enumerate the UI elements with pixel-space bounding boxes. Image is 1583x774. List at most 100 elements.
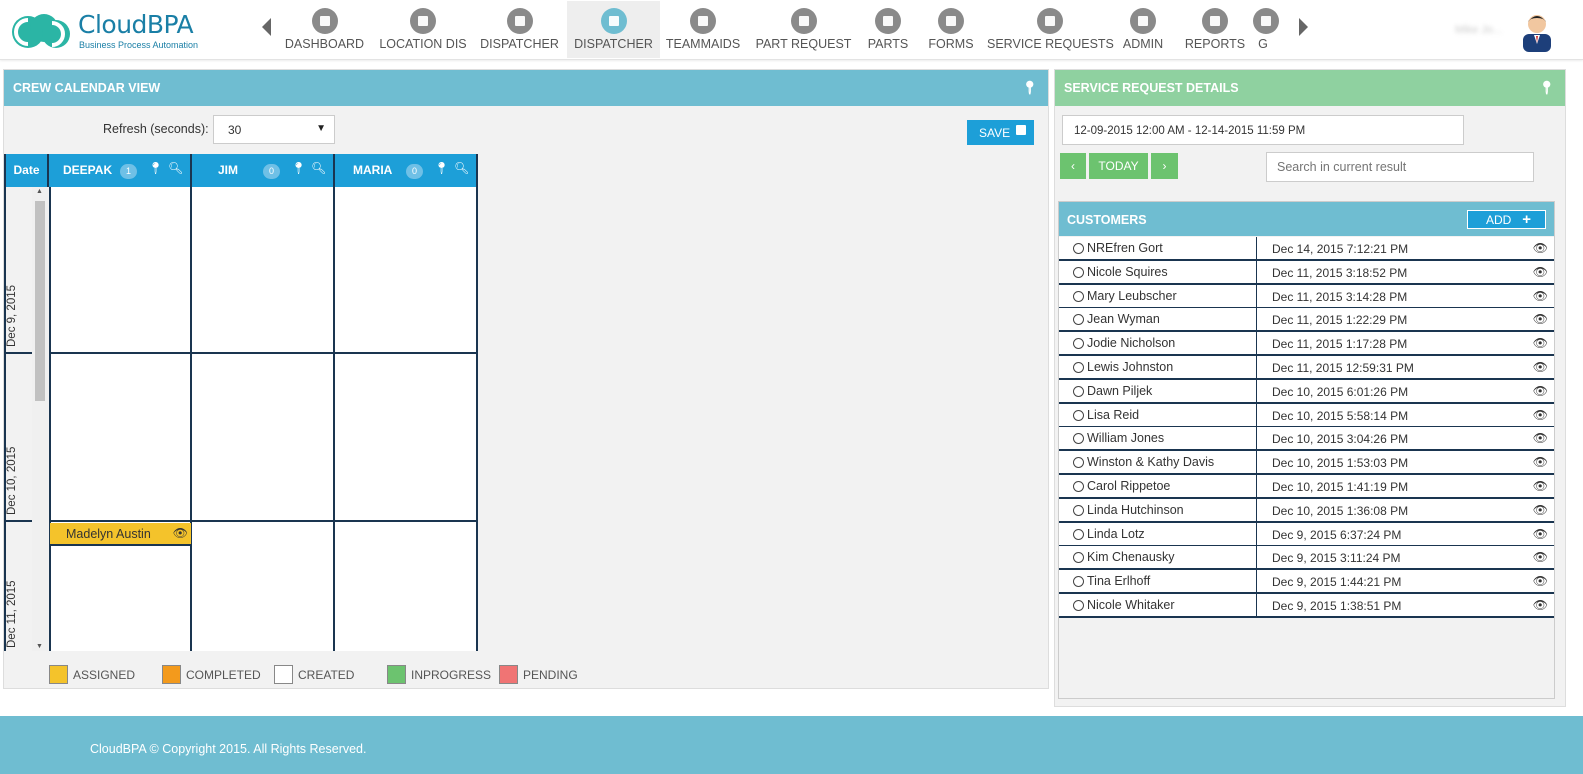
refresh-select[interactable]: 30 ▼ [213,115,335,144]
eye-icon[interactable]: 👁︎ [1533,431,1548,445]
map-pin-icon[interactable]: 📍︎ [434,161,449,175]
eye-icon[interactable]: 👁︎ [1533,408,1548,422]
radio-icon[interactable] [1073,314,1084,326]
map-pin-icon[interactable]: 📍︎ [148,161,163,175]
calendar-body[interactable]: Dec 9, 2015 Dec 10, 2015 Dec 11, 2015 ▲ … [4,187,478,651]
customer-row[interactable]: Lewis Johnston Dec 11, 2015 12:59:31 PM 👁︎ [1059,356,1554,380]
eye-icon[interactable]: 👁︎ [1533,336,1548,350]
customer-request-date: Dec 9, 2015 1:38:51 PM [1272,599,1402,613]
app-logo[interactable]: CloudBPA Business Process Automation [10,8,210,52]
nav-item-part-request[interactable]: PART REQUEST [753,1,854,58]
user-name[interactable]: Mike Jo... [1455,24,1502,36]
calendar-scrollbar[interactable]: ▲ ▼ [32,187,48,651]
nav-item-service-requests[interactable]: SERVICE REQUESTS [987,1,1114,58]
radio-icon[interactable] [1073,600,1084,611]
radio-icon[interactable] [1073,576,1084,588]
scroll-down-icon[interactable]: ▼ [36,643,43,650]
radio-icon[interactable] [1073,290,1084,302]
nav-item-g[interactable]: G [1253,1,1279,58]
nav-item-admin[interactable]: ADMIN [1115,1,1171,58]
customer-row[interactable]: Carol Rippetoe Dec 10, 2015 1:41:19 PM 👁︎ [1059,475,1554,499]
customer-request-date: Dec 9, 2015 6:37:24 PM [1272,527,1402,542]
customer-row[interactable]: Jean Wyman Dec 11, 2015 1:22:29 PM 👁︎ [1059,308,1554,333]
eye-icon[interactable]: 👁︎ [173,526,188,540]
eye-icon[interactable]: 👁︎ [1533,265,1548,279]
nav-item-reports[interactable]: REPORTS [1179,1,1251,58]
eye-icon[interactable]: 👁︎ [1533,503,1548,517]
today-button[interactable]: TODAY [1089,153,1148,179]
legend-swatch [274,665,293,684]
save-button[interactable]: SAVE [967,120,1034,145]
top-navbar: CloudBPA Business Process Automation DAS… [0,0,1583,60]
customer-row[interactable]: Nicole Squires Dec 11, 2015 3:18:52 PM 👁︎ [1059,260,1554,285]
search-icon[interactable]: 🔍︎ [454,161,469,175]
customer-row[interactable]: Nicole Whitaker Dec 9, 2015 1:38:51 PM 👁︎ [1059,594,1554,618]
scroll-up-icon[interactable]: ▲ [36,188,43,195]
prev-button[interactable]: ‹ [1060,153,1086,179]
eye-icon[interactable]: 👁︎ [1533,360,1548,374]
user-avatar-icon[interactable] [1515,8,1559,52]
crew-name: JIM [218,163,239,177]
customer-row[interactable]: Lisa Reid Dec 10, 2015 5:58:14 PM 👁︎ [1059,403,1554,428]
search-icon[interactable]: 🔍︎ [311,161,326,175]
nav-item-dispatcher[interactable]: DISPATCHER [476,1,563,58]
customer-row[interactable]: Tina Erlhoff Dec 9, 2015 1:44:21 PM 👁︎ [1059,570,1554,595]
next-button[interactable]: › [1151,153,1178,179]
nav-scroll-right-icon[interactable] [1299,18,1308,36]
eye-icon[interactable]: 👁︎ [1533,384,1548,398]
eye-icon[interactable]: 👁︎ [1533,241,1548,255]
map-pin-icon[interactable]: 📍︎ [291,161,306,175]
nav-label: PART REQUEST [755,37,852,51]
crew-header-deepak: DEEPAK 1 📍︎ 🔍︎ [49,154,192,187]
radio-icon[interactable] [1073,504,1084,516]
nav-item-dispatcher[interactable]: DISPATCHER [567,1,660,58]
customer-row[interactable]: William Jones Dec 10, 2015 3:04:26 PM 👁︎ [1059,427,1554,452]
radio-icon[interactable] [1073,362,1084,373]
radio-icon[interactable] [1073,243,1084,254]
eye-icon[interactable]: 👁︎ [1533,527,1548,541]
search-icon[interactable]: 🔍︎ [168,161,183,175]
map-pin-icon[interactable]: 📍︎ [1538,80,1555,96]
search-input[interactable] [1266,152,1534,182]
nav-item-location-dis[interactable]: LOCATION DIS [378,1,468,58]
scrollbar-thumb[interactable] [35,201,45,401]
column-divider [1256,427,1257,452]
plus-icon: + [1522,211,1531,228]
radio-icon[interactable] [1073,409,1084,421]
nav-item-parts[interactable]: PARTS [864,1,912,58]
customer-row[interactable]: Kim Chenausky Dec 9, 2015 3:11:24 PM 👁︎ [1059,546,1554,571]
radio-icon[interactable] [1073,457,1084,469]
customer-row[interactable]: Winston & Kathy Davis Dec 10, 2015 1:53:0… [1059,451,1554,476]
customer-row[interactable]: Linda Hutchinson Dec 10, 2015 1:36:08 PM 👁… [1059,498,1554,523]
map-pin-icon[interactable]: 📍︎ [1021,80,1038,96]
radio-icon[interactable] [1073,433,1084,445]
date-range-field[interactable]: 12-09-2015 12:00 AM - 12-14-2015 11:59 P… [1062,115,1464,145]
customer-row[interactable]: NREfren Gort Dec 14, 2015 7:12:21 PM 👁︎ [1059,237,1554,261]
eye-icon[interactable]: 👁︎ [1533,479,1548,493]
radio-icon[interactable] [1073,385,1084,397]
radio-icon[interactable] [1073,552,1084,564]
nav-item-dashboard[interactable]: DASHBOARD [283,1,366,58]
eye-icon[interactable]: 👁︎ [1533,455,1548,469]
radio-icon[interactable] [1073,528,1084,540]
eye-icon[interactable]: 👁︎ [1533,574,1548,588]
customer-row[interactable]: Linda Lotz Dec 9, 2015 6:37:24 PM 👁︎ [1059,522,1554,547]
eye-icon[interactable]: 👁︎ [1533,312,1548,326]
nav-item-teammaids[interactable]: TEAMMAIDS [663,1,743,58]
eye-icon[interactable]: 👁︎ [1533,289,1548,303]
radio-icon[interactable] [1073,338,1084,350]
radio-icon[interactable] [1073,266,1084,278]
eye-icon[interactable]: 👁︎ [1533,550,1548,564]
add-customer-button[interactable]: ADD + [1467,210,1546,229]
customer-name: NREfren Gort [1087,241,1163,255]
column-divider [1256,403,1257,428]
nav-item-forms[interactable]: FORMS [923,1,979,58]
customer-row[interactable]: Dawn Piljek Dec 10, 2015 6:01:26 PM 👁︎ [1059,379,1554,404]
customer-row[interactable]: Mary Leubscher Dec 11, 2015 3:14:28 PM 👁︎ [1059,284,1554,309]
customer-row[interactable]: Jodie Nicholson Dec 11, 2015 1:17:28 PM 👁︎ [1059,332,1554,357]
calendar-cells[interactable] [49,187,478,651]
calendar-event[interactable]: Madelyn Austin 👁︎ [50,523,191,546]
radio-icon[interactable] [1073,481,1084,492]
eye-icon[interactable]: 👁︎ [1533,598,1548,612]
nav-scroll-left-icon[interactable] [262,18,271,36]
